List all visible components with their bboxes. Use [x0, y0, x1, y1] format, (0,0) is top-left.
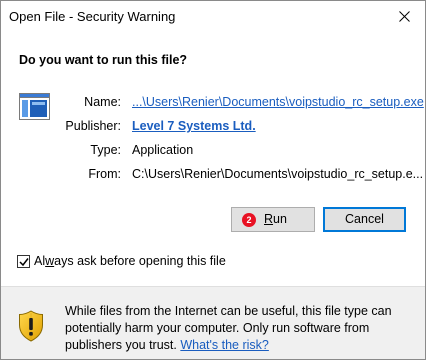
checkmark-icon [19, 258, 29, 267]
publisher-label: Publisher: [65, 119, 121, 133]
close-button[interactable] [385, 1, 425, 32]
dialog-body: Do you want to run this file? Name: ...\… [1, 33, 425, 286]
from-label: From: [88, 167, 121, 181]
divider [1, 286, 425, 287]
name-label: Name: [84, 95, 121, 109]
warning-message: While files from the Internet can be use… [65, 303, 405, 354]
file-name-link[interactable]: ...\Users\Renier\Documents\voipstudio_rc… [132, 95, 424, 109]
close-icon [399, 11, 410, 22]
whats-the-risk-link[interactable]: What's the risk? [180, 338, 269, 352]
run-button[interactable]: 2 Run [231, 207, 315, 232]
run-question: Do you want to run this file? [19, 53, 188, 67]
type-value: Application [132, 143, 194, 157]
always-ask-checkbox[interactable] [17, 255, 30, 268]
always-ask-label: Always ask before opening this file [34, 254, 226, 268]
type-label: Type: [90, 143, 121, 157]
publisher-link[interactable]: Level 7 Systems Ltd. [132, 119, 256, 133]
window-title: Open File - Security Warning [9, 9, 176, 24]
title-bar: Open File - Security Warning [1, 1, 425, 33]
security-shield-warning-icon [19, 310, 43, 342]
security-warning-dialog: Open File - Security Warning Do you want… [0, 0, 426, 360]
from-value: C:\Users\Renier\Documents\voipstudio_rc_… [132, 167, 424, 181]
cancel-button[interactable]: Cancel [323, 207, 406, 232]
run-label: Run [264, 212, 287, 226]
notification-badge: 2 [242, 213, 256, 227]
